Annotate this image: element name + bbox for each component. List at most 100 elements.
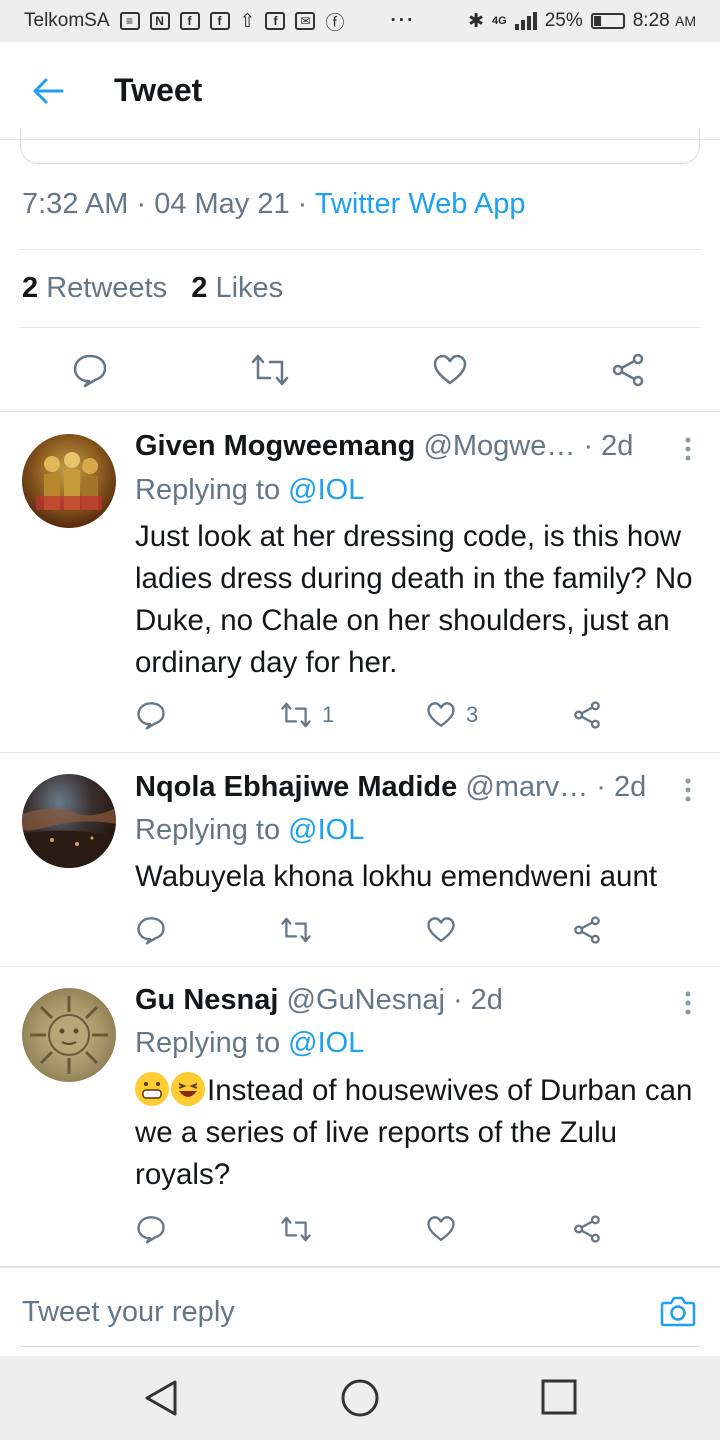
author-name[interactable]: Gu Nesnaj bbox=[135, 984, 278, 1016]
like-button[interactable] bbox=[432, 352, 468, 393]
like-button[interactable]: 3 bbox=[426, 700, 478, 730]
reply-header: Nqola Ebhajiwe Madide @marv… · 2d bbox=[135, 771, 700, 804]
divider bbox=[20, 249, 700, 250]
retweet-button[interactable] bbox=[280, 915, 312, 945]
author-handle[interactable]: @Mogwe… bbox=[423, 430, 575, 462]
reply-header: Gu Nesnaj @GuNesnaj · 2d bbox=[135, 984, 700, 1017]
reply-button[interactable] bbox=[136, 700, 166, 730]
retweet-button[interactable] bbox=[250, 352, 290, 393]
heart-icon bbox=[427, 702, 455, 727]
circle-home-icon bbox=[341, 1379, 379, 1417]
reply-text: Just look at her dressing code, is this … bbox=[135, 520, 693, 679]
reply-time: · 2d bbox=[452, 984, 503, 1016]
status-bar: TelkomSA ≡ N f f ⇧ f ✉ ⓕ ··· ✱ 4G 25% 8:… bbox=[0, 0, 720, 42]
mention-link[interactable]: @IOL bbox=[288, 1027, 364, 1059]
laughing-emoji-icon bbox=[171, 1072, 205, 1106]
more-options-icon[interactable] bbox=[684, 990, 692, 1016]
replying-prefix: Replying to bbox=[135, 1027, 281, 1059]
input-underline bbox=[20, 1346, 700, 1347]
reply-text: Wabuyela khona lokhu emendweni aunt bbox=[135, 860, 658, 893]
arrow-left-icon bbox=[33, 78, 64, 103]
comment-icon bbox=[73, 354, 107, 388]
camera-icon bbox=[660, 1296, 696, 1327]
square-recents-icon bbox=[541, 1379, 577, 1415]
bluetooth-icon: ✱ bbox=[468, 10, 485, 32]
tweet-stats: 2 Retweets 2 Likes bbox=[22, 272, 283, 305]
share-button[interactable] bbox=[572, 1214, 602, 1244]
reply-time: · 2d bbox=[596, 771, 647, 803]
reply-actions bbox=[0, 915, 720, 955]
tweet-actions bbox=[0, 344, 720, 400]
share-button[interactable] bbox=[572, 700, 602, 730]
author-handle[interactable]: @marv… bbox=[465, 771, 588, 803]
reply-text-body: Instead of housewives of Durban can we a… bbox=[135, 1074, 693, 1191]
avatar-image bbox=[22, 808, 116, 868]
upload-icon: ⇧ bbox=[239, 10, 256, 32]
heart-icon bbox=[433, 354, 467, 385]
retweet-button[interactable]: 1 bbox=[280, 700, 334, 730]
reply-input[interactable]: Tweet your reply bbox=[22, 1296, 235, 1329]
retweet-icon bbox=[281, 1216, 311, 1242]
tweet-source-link[interactable]: Twitter Web App bbox=[315, 188, 526, 220]
carrier-label: TelkomSA bbox=[24, 10, 110, 31]
clock: 8:28 AM bbox=[633, 10, 696, 32]
author-name[interactable]: Nqola Ebhajiwe Madide bbox=[135, 771, 457, 803]
avatar[interactable] bbox=[22, 988, 116, 1082]
clock-time: 8:28 bbox=[632, 10, 670, 31]
mail-icon: ✉ bbox=[295, 12, 316, 30]
share-button[interactable] bbox=[610, 352, 646, 393]
more-options-icon[interactable] bbox=[684, 436, 692, 462]
back-button[interactable] bbox=[28, 71, 68, 111]
nav-back-button[interactable] bbox=[141, 1378, 181, 1423]
like-button[interactable] bbox=[426, 1214, 456, 1244]
retweet-button[interactable] bbox=[280, 1214, 312, 1244]
page-title: Tweet bbox=[114, 72, 203, 108]
replying-to: Replying to @IOL bbox=[135, 474, 364, 507]
reply-tweet[interactable]: Given Mogweemang @Mogwe… · 2d Replying t… bbox=[0, 412, 720, 752]
reply-tweet[interactable]: Gu Nesnaj @GuNesnaj · 2d Replying to @IO… bbox=[0, 967, 720, 1265]
retweets-stat[interactable]: 2 Retweets bbox=[22, 272, 167, 304]
likes-stat[interactable]: 2 Likes bbox=[191, 272, 283, 304]
author-name[interactable]: Given Mogweemang bbox=[135, 430, 415, 462]
nav-home-button[interactable] bbox=[340, 1378, 380, 1423]
network-type: 4G bbox=[492, 15, 507, 27]
more-options-icon[interactable] bbox=[684, 777, 692, 803]
reply-actions bbox=[0, 1214, 720, 1254]
message-notification-icon: ≡ bbox=[119, 12, 140, 30]
notification-icons: ≡ N f f ⇧ f ✉ ⓕ ··· bbox=[119, 8, 416, 35]
reply-button[interactable] bbox=[136, 915, 166, 945]
link-card-remnant[interactable] bbox=[20, 128, 700, 164]
divider bbox=[20, 327, 700, 328]
avatar[interactable] bbox=[22, 434, 116, 528]
reply-button[interactable] bbox=[136, 1214, 166, 1244]
retweet-icon bbox=[281, 702, 311, 728]
facebook-notification-icon: f bbox=[179, 12, 200, 30]
reply-tweet[interactable]: Nqola Ebhajiwe Madide @marv… · 2d Replyi… bbox=[0, 753, 720, 966]
like-label: Likes bbox=[215, 272, 284, 304]
like-button[interactable] bbox=[426, 915, 456, 945]
top-app-bar: Tweet bbox=[0, 42, 720, 140]
retweet-count: 2 bbox=[22, 272, 39, 304]
system-navigation-bar bbox=[0, 1356, 720, 1440]
reply-text: Instead of housewives of Durban can we a… bbox=[135, 1070, 700, 1196]
tweet-date: 04 May 21 bbox=[154, 188, 290, 220]
avatar[interactable] bbox=[22, 774, 116, 868]
mention-link[interactable]: @IOL bbox=[288, 474, 364, 506]
comment-icon bbox=[137, 1216, 165, 1244]
clock-ampm: AM bbox=[675, 13, 696, 29]
battery-percent: 25% bbox=[544, 10, 583, 31]
share-button[interactable] bbox=[572, 915, 602, 945]
reply-actions: 1 3 bbox=[0, 700, 720, 740]
retweet-count: 1 bbox=[322, 702, 335, 727]
reply-time: · 2d bbox=[583, 430, 634, 462]
reply-button[interactable] bbox=[72, 352, 108, 393]
triangle-back-icon bbox=[145, 1380, 177, 1416]
nav-recents-button[interactable] bbox=[540, 1378, 578, 1421]
mention-link[interactable]: @IOL bbox=[288, 814, 364, 846]
author-handle[interactable]: @GuNesnaj bbox=[287, 984, 445, 1016]
share-icon bbox=[574, 916, 600, 944]
comment-icon bbox=[137, 917, 165, 945]
retweet-icon bbox=[281, 917, 311, 943]
replying-to: Replying to @IOL bbox=[135, 1027, 364, 1060]
add-photo-button[interactable] bbox=[660, 1294, 696, 1333]
